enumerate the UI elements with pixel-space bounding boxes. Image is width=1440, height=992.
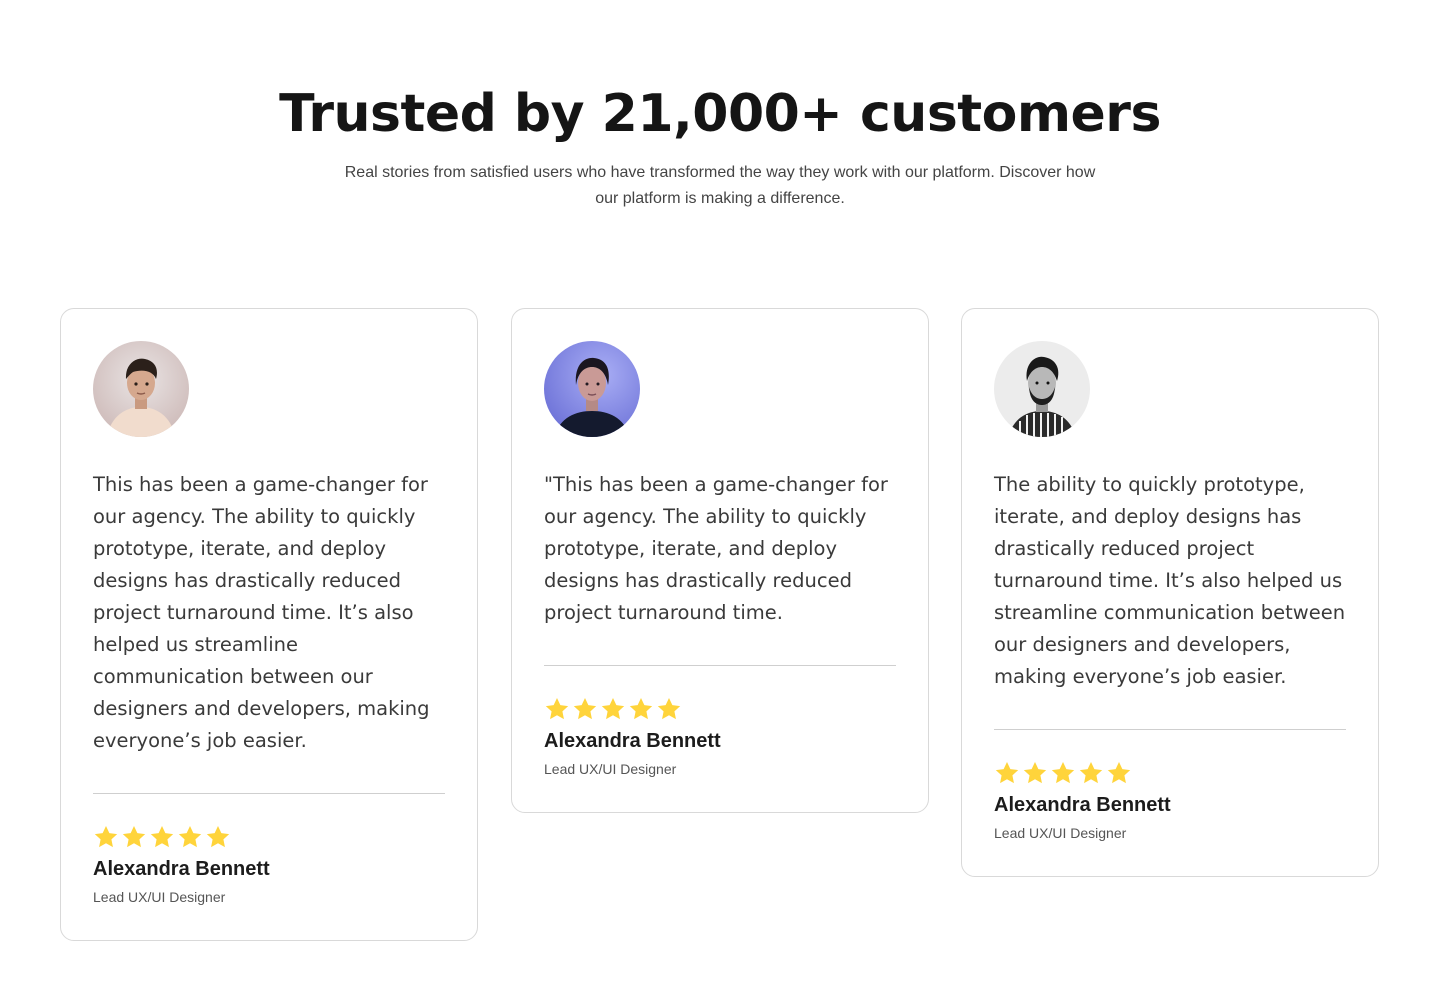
divider [994, 729, 1346, 730]
star-icon [94, 825, 118, 848]
star-rating [544, 696, 896, 724]
star-icon [601, 697, 625, 720]
star-icon [629, 697, 653, 720]
page-title: Trusted by 21,000+ customers [279, 84, 1161, 144]
reviewer-role: Lead UX/UI Designer [544, 761, 677, 777]
divider [544, 665, 896, 666]
star-icon [995, 761, 1019, 784]
star-icon [573, 697, 597, 720]
testimonial-quote: The ability to quickly prototype, iterat… [994, 473, 1346, 688]
star-rating [994, 760, 1346, 788]
testimonial-quote: This has been a game-changer for our age… [93, 473, 430, 752]
avatar [93, 341, 189, 437]
star-icon [206, 825, 230, 848]
testimonial-card: "This has been a game-changer for our ag… [511, 308, 929, 813]
star-icon [1107, 761, 1131, 784]
star-icon [1079, 761, 1103, 784]
star-rating [93, 824, 445, 852]
star-icon [1023, 761, 1047, 784]
divider [93, 793, 445, 794]
testimonial-card: This has been a game-changer for our age… [60, 308, 478, 941]
testimonial-quote: "This has been a game-changer for our ag… [544, 473, 888, 624]
star-icon [122, 825, 146, 848]
reviewer-name: Alexandra Bennett [544, 730, 721, 752]
avatar [994, 341, 1090, 437]
reviewer-name: Alexandra Bennett [93, 858, 270, 880]
reviewer-role: Lead UX/UI Designer [994, 825, 1127, 841]
star-icon [657, 697, 681, 720]
page-subtitle: Real stories from satisfied users who ha… [344, 164, 1096, 207]
star-icon [150, 825, 174, 848]
star-icon [545, 697, 569, 720]
star-icon [178, 825, 202, 848]
avatar [544, 341, 640, 437]
testimonial-card: The ability to quickly prototype, iterat… [961, 308, 1379, 877]
reviewer-name: Alexandra Bennett [994, 794, 1171, 816]
reviewer-role: Lead UX/UI Designer [93, 889, 226, 905]
star-icon [1051, 761, 1075, 784]
